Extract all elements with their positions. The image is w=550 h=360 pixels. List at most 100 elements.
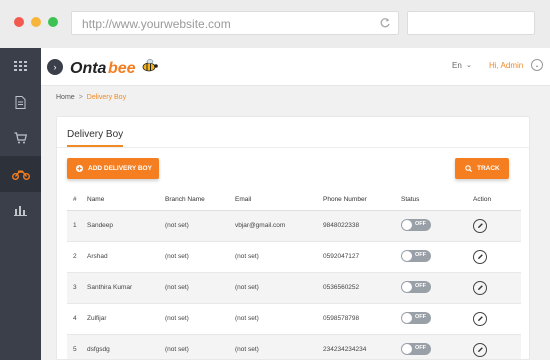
table-row: 4 Zulfijar (not set) (not set) 059857879… bbox=[67, 303, 521, 335]
toggle-knob bbox=[402, 250, 412, 261]
column-header-action: Action bbox=[473, 190, 521, 211]
row-name: Arshad bbox=[87, 241, 165, 273]
app-header: › Onta bee En ⌄ Hi, Admin ⌄ bbox=[41, 48, 550, 86]
status-label: OFF bbox=[415, 283, 426, 289]
breadcrumb-home[interactable]: Home bbox=[56, 94, 75, 101]
motorbike-icon bbox=[11, 170, 30, 180]
row-phone: 0536560252 bbox=[323, 272, 401, 304]
delivery-boy-table: # Name Branch Name Email Phone Number St… bbox=[67, 190, 521, 359]
column-header-status: Status bbox=[401, 190, 473, 211]
chevron-right-icon: › bbox=[53, 62, 57, 72]
address-url: http://www.yourwebsite.com bbox=[82, 17, 231, 31]
panel-divider bbox=[57, 147, 529, 148]
row-number: 3 bbox=[67, 272, 87, 304]
status-toggle[interactable]: OFF bbox=[401, 218, 431, 231]
reload-icon[interactable] bbox=[379, 17, 391, 29]
status-toggle[interactable]: OFF bbox=[401, 280, 431, 293]
ontabee-logo[interactable]: Onta bee bbox=[70, 56, 160, 78]
status-label: OFF bbox=[415, 345, 426, 351]
sidebar-item-dashboard[interactable] bbox=[0, 48, 41, 84]
track-label: TRACK bbox=[477, 165, 500, 172]
table-row: 2 Arshad (not set) (not set) 0592047127 … bbox=[67, 241, 521, 273]
table-row: 1 Sandeep (not set) vbjar@gmail.com 9848… bbox=[67, 210, 521, 242]
toggle-knob bbox=[402, 281, 412, 292]
minimize-window-button[interactable] bbox=[31, 17, 41, 27]
pencil-icon bbox=[477, 285, 483, 290]
row-phone: 234234234234 bbox=[323, 334, 401, 359]
row-number: 4 bbox=[67, 303, 87, 335]
address-bar[interactable]: http://www.yourwebsite.com bbox=[71, 11, 399, 35]
table-row: 5 dsfgsdg (not set) (not set) 2342342342… bbox=[67, 334, 521, 359]
pencil-icon bbox=[477, 223, 483, 228]
row-branch: (not set) bbox=[165, 210, 235, 242]
row-branch: (not set) bbox=[165, 241, 235, 273]
table-header-row: # Name Branch Name Email Phone Number St… bbox=[67, 190, 521, 211]
breadcrumb-separator: > bbox=[78, 94, 83, 101]
row-branch: (not set) bbox=[165, 334, 235, 359]
account-dropdown-icon[interactable]: ⌄ bbox=[531, 59, 543, 71]
browser-toolbar: http://www.yourwebsite.com bbox=[0, 0, 550, 48]
toggle-knob bbox=[402, 343, 412, 354]
row-phone: 0598578798 bbox=[323, 303, 401, 335]
row-number: 1 bbox=[67, 210, 87, 242]
cart-icon bbox=[14, 132, 27, 144]
sidebar-item-pages[interactable] bbox=[0, 84, 41, 120]
row-email: (not set) bbox=[235, 241, 323, 273]
column-header-name[interactable]: Name bbox=[87, 190, 165, 211]
add-delivery-boy-label: ADD DELIVERY BOY bbox=[88, 165, 152, 172]
add-delivery-boy-button[interactable]: ADD DELIVERY BOY bbox=[67, 158, 159, 179]
sidebar-item-delivery-boy[interactable] bbox=[0, 156, 41, 192]
sidebar bbox=[0, 48, 41, 360]
edit-button[interactable] bbox=[473, 249, 487, 264]
row-email: (not set) bbox=[235, 334, 323, 359]
row-name: Santhira Kumar bbox=[87, 272, 165, 304]
chevron-down-icon[interactable]: ⌄ bbox=[466, 61, 472, 69]
pencil-icon bbox=[477, 316, 483, 321]
row-branch: (not set) bbox=[165, 272, 235, 304]
plus-circle-icon bbox=[76, 165, 83, 172]
sidebar-item-orders[interactable] bbox=[0, 120, 41, 156]
status-label: OFF bbox=[415, 221, 426, 227]
breadcrumb: Home > Delivery Boy bbox=[56, 94, 126, 101]
panel-title: Delivery Boy bbox=[67, 129, 124, 140]
track-button[interactable]: TRACK bbox=[455, 158, 509, 179]
pencil-icon bbox=[477, 347, 483, 352]
edit-button[interactable] bbox=[473, 280, 487, 295]
row-phone: 0592047127 bbox=[323, 241, 401, 273]
row-branch: (not set) bbox=[165, 303, 235, 335]
grid-icon bbox=[14, 61, 27, 71]
admin-greeting[interactable]: Hi, Admin bbox=[489, 61, 523, 70]
svg-text:Onta: Onta bbox=[70, 60, 107, 77]
edit-button[interactable] bbox=[473, 342, 487, 357]
column-header-phone[interactable]: Phone Number bbox=[323, 190, 401, 211]
sidebar-toggle-button[interactable]: › bbox=[47, 59, 63, 75]
status-label: OFF bbox=[415, 314, 426, 320]
maximize-window-button[interactable] bbox=[48, 17, 58, 27]
row-name: dsfgsdg bbox=[87, 334, 165, 359]
row-number: 2 bbox=[67, 241, 87, 273]
row-email: (not set) bbox=[235, 272, 323, 304]
pencil-icon bbox=[477, 254, 483, 259]
row-email: (not set) bbox=[235, 303, 323, 335]
toggle-knob bbox=[402, 312, 412, 323]
bar-chart-icon bbox=[14, 206, 27, 216]
document-icon bbox=[15, 95, 26, 109]
row-name: Zulfijar bbox=[87, 303, 165, 335]
edit-button[interactable] bbox=[473, 218, 487, 233]
row-phone: 9848022338 bbox=[323, 210, 401, 242]
language-selector[interactable]: En bbox=[452, 61, 462, 70]
row-email: vbjar@gmail.com bbox=[235, 210, 323, 242]
edit-button[interactable] bbox=[473, 311, 487, 326]
table-row: 3 Santhira Kumar (not set) (not set) 053… bbox=[67, 272, 521, 304]
row-name: Sandeep bbox=[87, 210, 165, 242]
column-header-email[interactable]: Email bbox=[235, 190, 323, 211]
column-header-branch[interactable]: Branch Name bbox=[165, 190, 235, 211]
status-toggle[interactable]: OFF bbox=[401, 311, 431, 324]
status-toggle[interactable]: OFF bbox=[401, 249, 431, 262]
status-toggle[interactable]: OFF bbox=[401, 342, 431, 355]
browser-search-input[interactable] bbox=[407, 11, 535, 35]
search-icon bbox=[465, 165, 472, 172]
browser-window: http://www.yourwebsite.com › Onta bee En… bbox=[0, 0, 550, 360]
close-window-button[interactable] bbox=[14, 17, 24, 27]
sidebar-item-reports[interactable] bbox=[0, 192, 41, 228]
